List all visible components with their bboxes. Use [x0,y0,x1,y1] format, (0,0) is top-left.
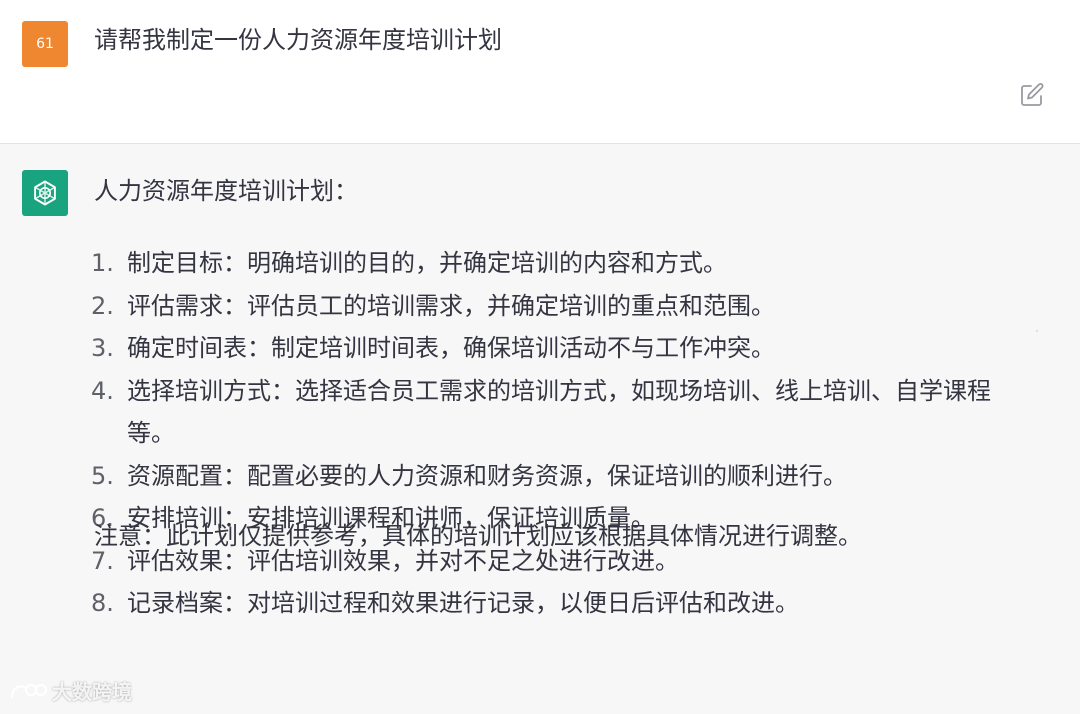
list-item: 4. 选择培训方式：选择适合员工需求的培训方式，如现场培训、线上培训、自学课程等。 [91,370,1034,455]
list-item-text: 评估需求：评估员工的培训需求，并确定培训的重点和范围。 [127,291,775,320]
brand-logo-icon [10,683,48,698]
watermark: 大数跨境 [8,676,132,705]
list-item-number: 8. [91,589,114,617]
edit-icon[interactable] [1018,81,1046,109]
list-item: 5. 资源配置：配置必要的人力资源和财务资源，保证培训的顺利进行。 [91,455,1034,498]
watermark-text: 大数跨境 [52,680,132,704]
list-item-text: 记录档案：对培训过程和效果进行记录，以便日后评估和改进。 [127,589,799,617]
list-item-number: 4. [91,376,114,405]
user-message: 61 请帮我制定一份人力资源年度培训计划 [0,0,1080,144]
list-item-text: 选择培训方式：选择适合员工需求的培训方式，如现场培训、线上培训、自学课程等。 [127,376,991,448]
decorative-dot [1036,330,1038,332]
assistant-message: 人力资源年度培训计划： 1. 制定目标：明确培训的目的，并确定培训的内容和方式。 … [0,144,1080,714]
list-item-number: 3. [91,334,114,362]
list-item-number: 5. [91,461,114,490]
assistant-avatar [22,170,68,216]
list-item: 2. 评估需求：评估员工的培训需求，并确定培训的重点和范围。 [91,285,1034,328]
assistant-message-content: 人力资源年度培训计划： 1. 制定目标：明确培训的目的，并确定培训的内容和方式。 … [91,171,1034,625]
openai-logo-icon [34,180,56,206]
user-message-text: 请帮我制定一份人力资源年度培训计划 [94,26,502,54]
list-item-text: 制定目标：明确培训的目的，并确定培训的内容和方式。 [127,249,727,277]
user-avatar: 61 [22,21,68,67]
list-item: 8. 记录档案：对培训过程和效果进行记录，以便日后评估和改进。 [91,582,1034,625]
list-item-number: 1. [91,249,114,277]
list-item-text: 资源配置：配置必要的人力资源和财务资源，保证培训的顺利进行。 [127,461,847,490]
list-item-number: 2. [91,291,114,320]
list-item: 1. 制定目标：明确培训的目的，并确定培训的内容和方式。 [91,242,1034,285]
response-heading: 人力资源年度培训计划： [94,177,358,205]
plan-list: 1. 制定目标：明确培训的目的，并确定培训的内容和方式。 2. 评估需求：评估员工的… [91,242,1034,625]
list-item: 3. 确定时间表：制定培训时间表，确保培训活动不与工作冲突。 [91,327,1034,370]
list-item-text: 确定时间表：制定培训时间表，确保培训活动不与工作冲突。 [127,334,775,362]
response-note: 注意：此计划仅提供参考，具体的培训计划应该根据具体情况进行调整。 [94,522,862,550]
